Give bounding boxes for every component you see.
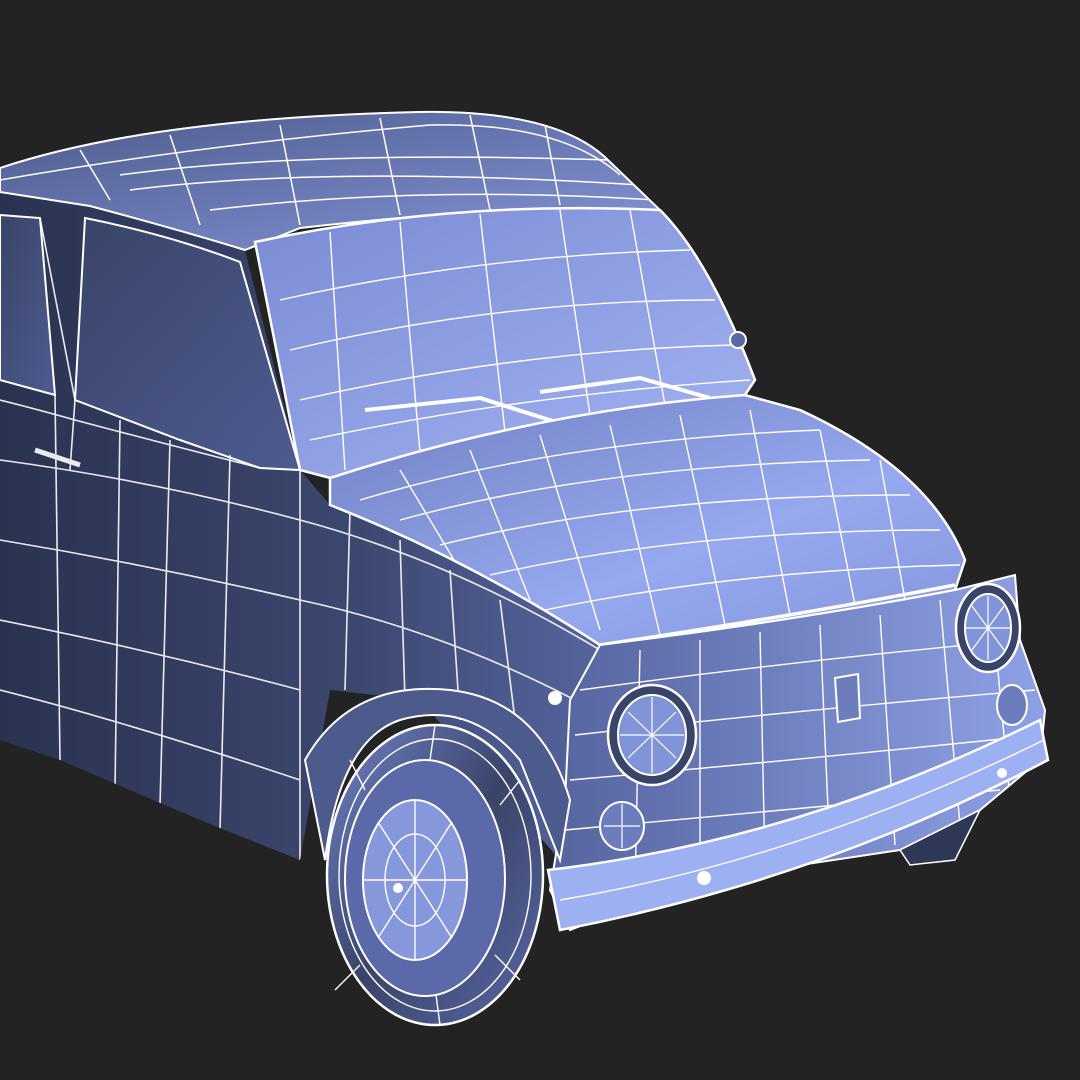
headlight-right bbox=[954, 582, 1022, 674]
fog-light-left bbox=[599, 801, 645, 851]
fog-light-right bbox=[996, 684, 1028, 726]
front-wheel bbox=[303, 687, 572, 1027]
headlight-left bbox=[606, 683, 698, 787]
side-marker-light bbox=[548, 691, 562, 705]
car-model-wireframe bbox=[0, 110, 1050, 1027]
3d-viewport[interactable] bbox=[0, 0, 1080, 1080]
